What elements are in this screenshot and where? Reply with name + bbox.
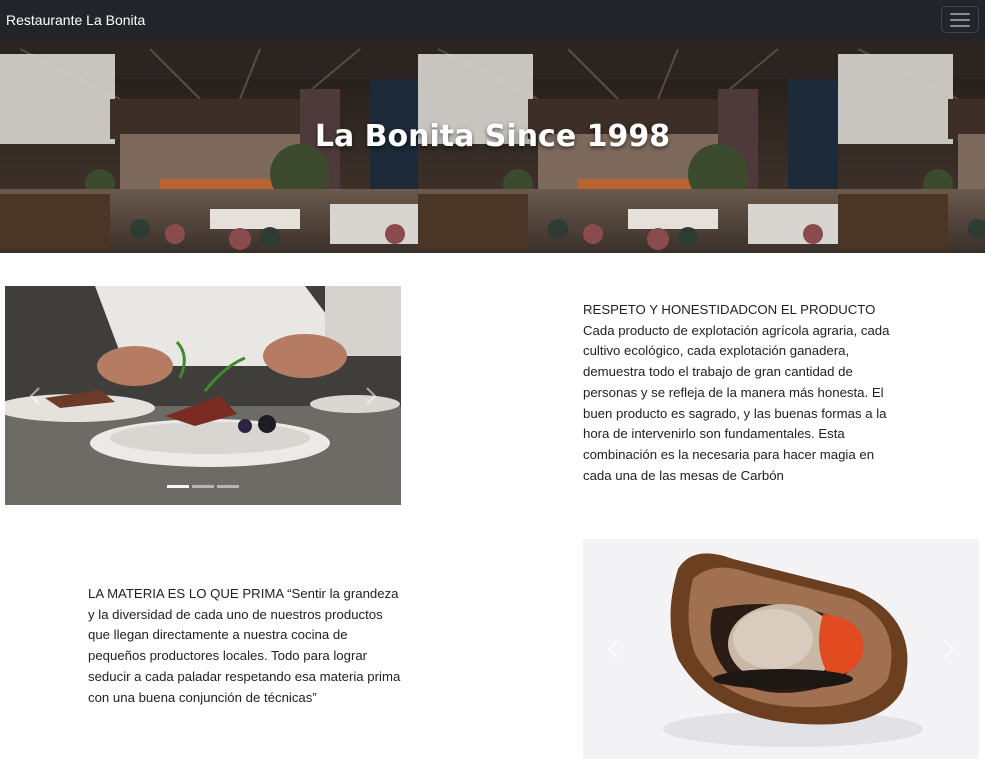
hero-banner: La Bonita Since 1998 <box>0 39 985 253</box>
navbar-brand[interactable]: Restaurante La Bonita <box>6 12 145 28</box>
seafood-carousel <box>583 539 979 759</box>
chevron-left-icon <box>29 386 40 405</box>
carousel-indicators <box>5 485 401 488</box>
carousel-indicator[interactable] <box>192 485 214 488</box>
carousel-indicator[interactable] <box>167 485 189 488</box>
chevron-right-icon <box>366 386 377 405</box>
hamburger-menu-icon <box>950 12 970 27</box>
hero-title: La Bonita Since 1998 <box>314 119 671 154</box>
chevron-left-icon <box>607 640 618 658</box>
carousel-prev-button[interactable] <box>5 286 65 505</box>
respeto-text: RESPETO Y HONESTIDADCON EL PRODUCTO Cada… <box>583 302 890 483</box>
navbar: Restaurante La Bonita <box>0 0 985 39</box>
chevron-right-icon <box>944 640 955 658</box>
carousel-indicator[interactable] <box>217 485 239 488</box>
carousel-next-button[interactable] <box>341 286 401 505</box>
navbar-toggler-button[interactable] <box>941 6 979 33</box>
dishes-carousel <box>5 286 401 505</box>
materia-text: LA MATERIA ES LO QUE PRIMA “Sentir la gr… <box>88 586 401 705</box>
carousel-prev-button[interactable] <box>583 539 643 759</box>
carousel-next-button[interactable] <box>919 539 979 759</box>
